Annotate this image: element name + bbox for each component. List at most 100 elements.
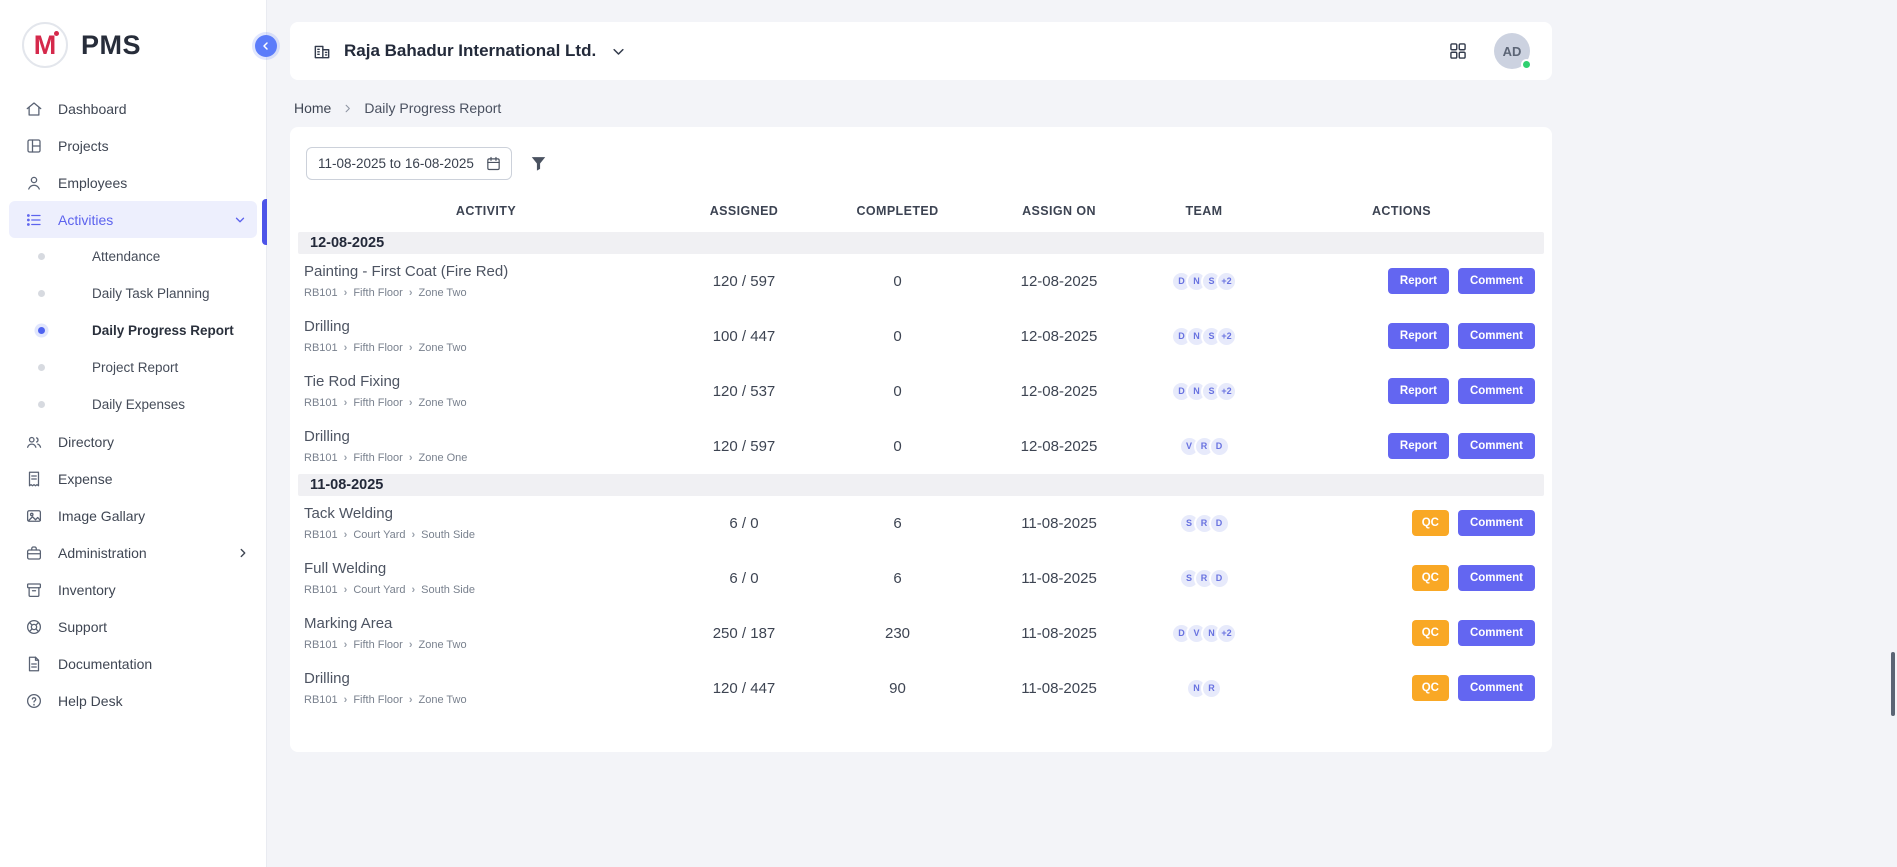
sidebar-subitem-project-report[interactable]: Project Report bbox=[0, 349, 266, 386]
sidebar-item-documentation[interactable]: Documentation bbox=[0, 645, 266, 682]
comment-button[interactable]: Comment bbox=[1458, 510, 1535, 536]
qc-button[interactable]: QC bbox=[1412, 620, 1449, 646]
path-segment: Zone Two bbox=[419, 639, 467, 651]
path-segment: RB101 bbox=[304, 529, 338, 541]
path-segment: Fifth Floor bbox=[353, 694, 403, 706]
activity-title: Drilling bbox=[304, 318, 668, 335]
kanban-icon bbox=[25, 137, 43, 155]
path-segment: RB101 bbox=[304, 342, 338, 354]
path-segment: Fifth Floor bbox=[353, 287, 403, 299]
table-row: Tack WeldingRB101›Court Yard›South Side6… bbox=[304, 496, 1538, 551]
comment-button[interactable]: Comment bbox=[1458, 675, 1535, 701]
table-header: ACTIVITY ASSIGNED COMPLETED ASSIGN ON TE… bbox=[304, 190, 1538, 232]
comment-button[interactable]: Comment bbox=[1458, 565, 1535, 591]
team-avatar[interactable]: +2 bbox=[1216, 326, 1237, 347]
path-segment: RB101 bbox=[304, 452, 338, 464]
sidebar-subitem-label: Daily Expenses bbox=[92, 397, 185, 412]
scrollbar-thumb[interactable] bbox=[1891, 652, 1895, 716]
help-icon bbox=[25, 692, 43, 710]
path-segment: RB101 bbox=[304, 397, 338, 409]
sidebar-item-dashboard[interactable]: Dashboard bbox=[0, 90, 266, 127]
sidebar-item-label: Inventory bbox=[58, 582, 250, 598]
table-row: Painting - First Coat (Fire Red)RB101›Fi… bbox=[304, 254, 1538, 309]
sidebar-item-expense[interactable]: Expense bbox=[0, 460, 266, 497]
comment-button[interactable]: Comment bbox=[1458, 268, 1535, 294]
activity-cell: Tack WeldingRB101›Court Yard›South Side bbox=[304, 505, 668, 541]
team-cell: VRD bbox=[1143, 436, 1265, 457]
bullet-dot-icon bbox=[38, 364, 45, 371]
completed-value: 0 bbox=[820, 328, 975, 345]
actions-cell: Report Comment bbox=[1265, 268, 1538, 294]
user-avatar[interactable]: AD bbox=[1494, 33, 1530, 69]
activity-cell: DrillingRB101›Fifth Floor›Zone One bbox=[304, 428, 668, 464]
path-segment: South Side bbox=[421, 529, 475, 541]
qc-button[interactable]: QC bbox=[1412, 565, 1449, 591]
sidebar-subitem-daily-expenses[interactable]: Daily Expenses bbox=[0, 386, 266, 423]
team-avatar[interactable]: +2 bbox=[1216, 381, 1237, 402]
path-segment: Fifth Floor bbox=[353, 452, 403, 464]
assigned-value: 120 / 597 bbox=[668, 438, 820, 455]
assigned-value: 6 / 0 bbox=[668, 515, 820, 532]
sidebar-item-administration[interactable]: Administration bbox=[0, 534, 266, 571]
sidebar-item-projects[interactable]: Projects bbox=[0, 127, 266, 164]
path-segment: RB101 bbox=[304, 584, 338, 596]
team-avatar[interactable]: D bbox=[1209, 436, 1230, 457]
sidebar-item-support[interactable]: Support bbox=[0, 608, 266, 645]
team-avatar[interactable]: +2 bbox=[1216, 623, 1237, 644]
qc-button[interactable]: QC bbox=[1412, 510, 1449, 536]
table-body: 12-08-2025 Painting - First Coat (Fire Re… bbox=[304, 232, 1538, 716]
sidebar-item-help-desk[interactable]: Help Desk bbox=[0, 682, 266, 719]
bullet-dot-icon bbox=[38, 401, 45, 408]
activity-title: Marking Area bbox=[304, 615, 668, 632]
sidebar-item-activities[interactable]: Activities bbox=[9, 201, 257, 238]
activity-title: Painting - First Coat (Fire Red) bbox=[304, 263, 668, 280]
activity-cell: DrillingRB101›Fifth Floor›Zone Two bbox=[304, 318, 668, 354]
archive-icon bbox=[25, 581, 43, 599]
apps-grid-button[interactable] bbox=[1448, 41, 1468, 61]
team-avatar[interactable]: D bbox=[1209, 513, 1230, 534]
collapse-sidebar-button[interactable] bbox=[255, 35, 277, 57]
column-header-assigned: ASSIGNED bbox=[668, 204, 820, 218]
activity-path: RB101›Fifth Floor›Zone Two bbox=[304, 694, 668, 706]
comment-button[interactable]: Comment bbox=[1458, 620, 1535, 646]
assign-on-value: 12-08-2025 bbox=[975, 383, 1143, 400]
sidebar-subitem-attendance[interactable]: Attendance bbox=[0, 238, 266, 275]
sidebar-item-directory[interactable]: Directory bbox=[0, 423, 266, 460]
sidebar-subitem-daily-progress-report[interactable]: Daily Progress Report bbox=[0, 312, 266, 349]
table-row: Marking AreaRB101›Fifth Floor›Zone Two25… bbox=[304, 606, 1538, 661]
team-avatar[interactable]: +2 bbox=[1216, 271, 1237, 292]
sidebar-item-image-gallery[interactable]: Image Gallary bbox=[0, 497, 266, 534]
team-avatar[interactable]: D bbox=[1209, 568, 1230, 589]
sidebar-item-inventory[interactable]: Inventory bbox=[0, 571, 266, 608]
bullet-dot-icon bbox=[38, 327, 45, 334]
assigned-value: 100 / 447 bbox=[668, 328, 820, 345]
team-avatar[interactable]: R bbox=[1201, 678, 1222, 699]
activity-path: RB101›Court Yard›South Side bbox=[304, 584, 668, 596]
filter-button[interactable] bbox=[529, 154, 548, 173]
qc-button[interactable]: QC bbox=[1412, 675, 1449, 701]
sidebar-item-label: Activities bbox=[58, 212, 218, 228]
table-row: DrillingRB101›Fifth Floor›Zone Two100 / … bbox=[304, 309, 1538, 364]
company-selector[interactable]: Raja Bahadur International Ltd. bbox=[312, 41, 1448, 61]
filter-funnel-icon bbox=[529, 154, 548, 173]
path-segment: Fifth Floor bbox=[353, 342, 403, 354]
logo-text: PMS bbox=[81, 30, 141, 61]
assigned-value: 120 / 537 bbox=[668, 383, 820, 400]
topbar: Raja Bahadur International Ltd. AD bbox=[290, 22, 1552, 80]
sidebar-subitem-label: Attendance bbox=[92, 249, 160, 264]
assign-on-value: 11-08-2025 bbox=[975, 625, 1143, 642]
report-button[interactable]: Report bbox=[1388, 268, 1449, 294]
report-button[interactable]: Report bbox=[1388, 323, 1449, 349]
sidebar-item-employees[interactable]: Employees bbox=[0, 164, 266, 201]
comment-button[interactable]: Comment bbox=[1458, 323, 1535, 349]
report-button[interactable]: Report bbox=[1388, 378, 1449, 404]
topbar-actions: AD bbox=[1448, 33, 1530, 69]
actions-cell: QC Comment bbox=[1265, 565, 1538, 591]
breadcrumb-home-link[interactable]: Home bbox=[294, 100, 331, 116]
chevron-right-icon: › bbox=[344, 342, 348, 354]
report-button[interactable]: Report bbox=[1388, 433, 1449, 459]
sidebar-subitem-daily-task-planning[interactable]: Daily Task Planning bbox=[0, 275, 266, 312]
date-range-input[interactable]: 11-08-2025 to 16-08-2025 bbox=[306, 147, 512, 180]
comment-button[interactable]: Comment bbox=[1458, 378, 1535, 404]
comment-button[interactable]: Comment bbox=[1458, 433, 1535, 459]
